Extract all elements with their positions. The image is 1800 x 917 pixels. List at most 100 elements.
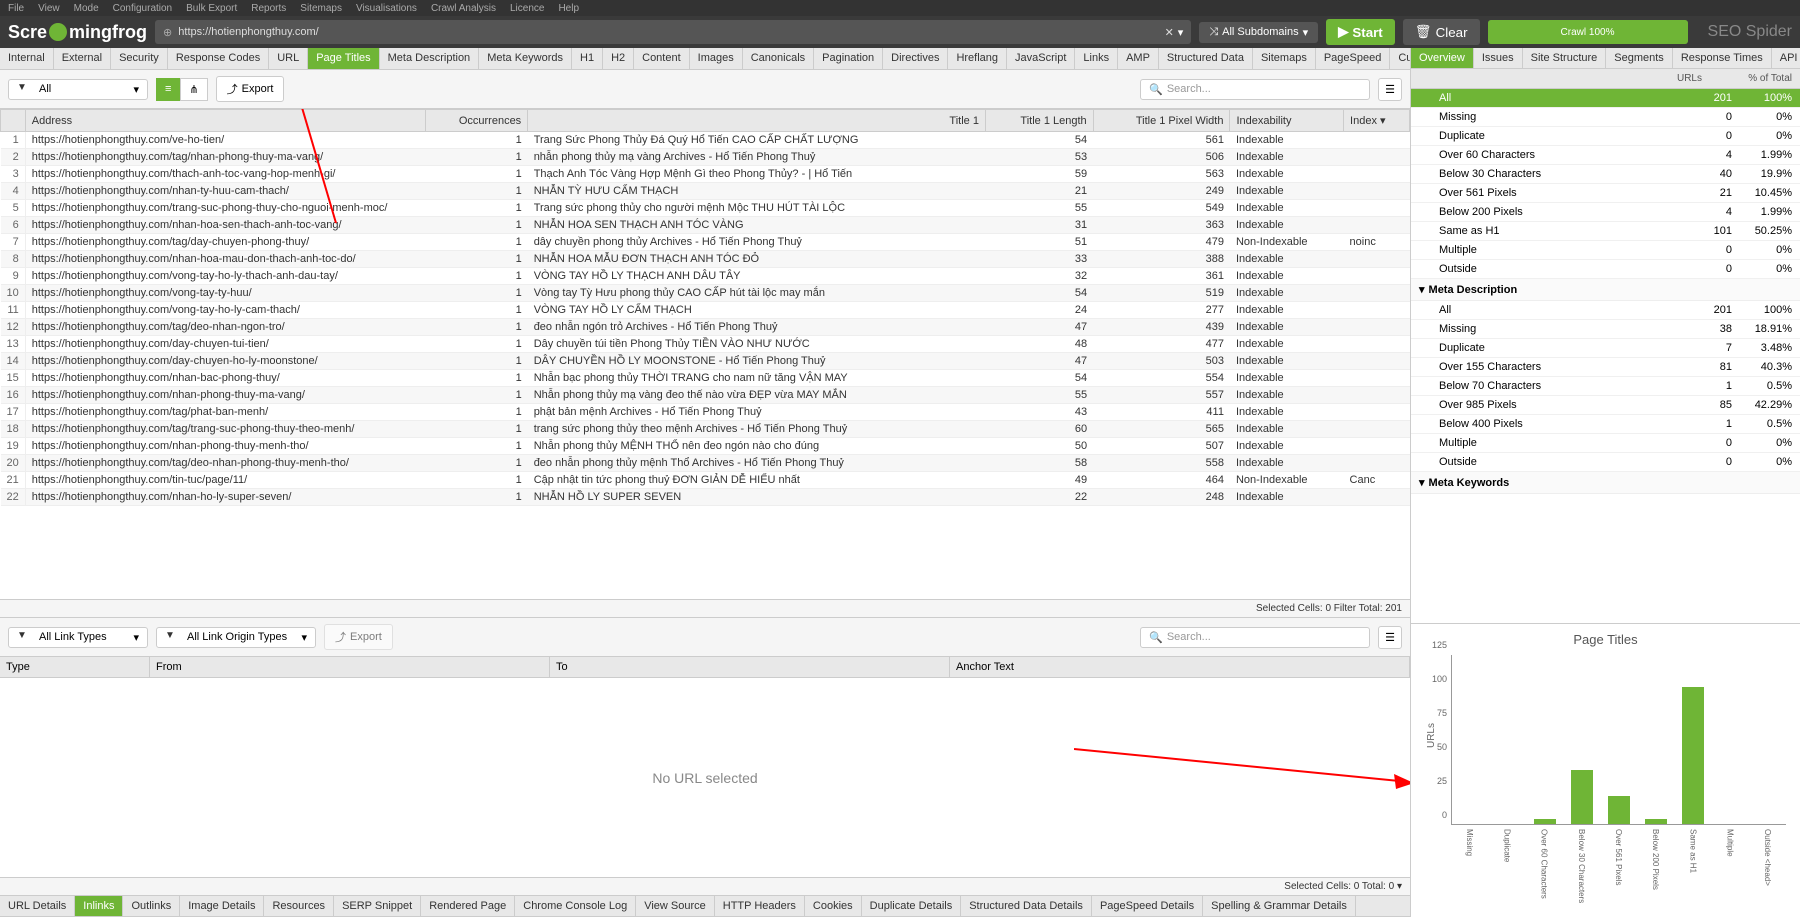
overview-item[interactable]: Multiple00% [1411, 241, 1800, 260]
tab-security[interactable]: Security [111, 48, 168, 69]
menu-configuration[interactable]: Configuration [113, 3, 172, 14]
tab-page-titles[interactable]: Page Titles [308, 48, 379, 69]
bottom-tab-structured-data-details[interactable]: Structured Data Details [961, 896, 1092, 916]
menu-visualisations[interactable]: Visualisations [356, 3, 417, 14]
bottom-tab-image-details[interactable]: Image Details [180, 896, 264, 916]
bottom-tab-duplicate-details[interactable]: Duplicate Details [862, 896, 962, 916]
col-header[interactable]: Title 1 Pixel Width [1093, 110, 1230, 132]
overview-item[interactable]: Over 60 Characters41.99% [1411, 146, 1800, 165]
table-row[interactable]: 19https://hotienphongthuy.com/nhan-phong… [1, 438, 1410, 455]
table-row[interactable]: 4https://hotienphongthuy.com/nhan-ty-huu… [1, 183, 1410, 200]
overview-section[interactable]: ▾ Meta Description [1411, 279, 1800, 301]
menu-crawl-analysis[interactable]: Crawl Analysis [431, 3, 496, 14]
menu-help[interactable]: Help [558, 3, 579, 14]
bottom-tab-pagespeed-details[interactable]: PageSpeed Details [1092, 896, 1203, 916]
tab-h2[interactable]: H2 [603, 48, 634, 69]
col-header[interactable]: Index ▾ [1344, 110, 1410, 132]
bottom-tab-inlinks[interactable]: Inlinks [75, 896, 123, 916]
tab-canonicals[interactable]: Canonicals [743, 48, 814, 69]
tab-url[interactable]: URL [269, 48, 308, 69]
side-tab-segments[interactable]: Segments [1606, 48, 1673, 68]
menu-file[interactable]: File [8, 3, 24, 14]
tab-sitemaps[interactable]: Sitemaps [1253, 48, 1316, 69]
overview-item[interactable]: All201100% [1411, 301, 1800, 320]
link-origin-dropdown[interactable]: All Link Origin Types▾ [156, 627, 316, 648]
side-tab-site-structure[interactable]: Site Structure [1523, 48, 1607, 68]
tab-external[interactable]: External [54, 48, 111, 69]
search-input[interactable]: 🔍Search... [1140, 79, 1370, 100]
side-tab-response-times[interactable]: Response Times [1673, 48, 1772, 68]
table-row[interactable]: 2https://hotienphongthuy.com/tag/nhan-ph… [1, 149, 1410, 166]
bottom-tab-rendered-page[interactable]: Rendered Page [421, 896, 515, 916]
table-row[interactable]: 3https://hotienphongthuy.com/thach-anh-t… [1, 166, 1410, 183]
bottom-tab-url-details[interactable]: URL Details [0, 896, 75, 916]
bottom-tab-outlinks[interactable]: Outlinks [123, 896, 180, 916]
tree-view-button[interactable]: ⋔ [180, 78, 207, 101]
overview-item[interactable]: Below 200 Pixels41.99% [1411, 203, 1800, 222]
table-row[interactable]: 6https://hotienphongthuy.com/nhan-hoa-se… [1, 217, 1410, 234]
table-row[interactable]: 17https://hotienphongthuy.com/tag/phat-b… [1, 404, 1410, 421]
overview-item[interactable]: Over 561 Pixels2110.45% [1411, 184, 1800, 203]
bottom-tab-http-headers[interactable]: HTTP Headers [715, 896, 805, 916]
tab-images[interactable]: Images [690, 48, 743, 69]
table-row[interactable]: 13https://hotienphongthuy.com/day-chuyen… [1, 336, 1410, 353]
table-row[interactable]: 14https://hotienphongthuy.com/day-chuyen… [1, 353, 1410, 370]
tab-hreflang[interactable]: Hreflang [948, 48, 1007, 69]
col-header[interactable]: Indexability [1230, 110, 1344, 132]
overview-list[interactable]: All201100%Missing00%Duplicate00%Over 60 … [1411, 89, 1800, 623]
table-row[interactable]: 15https://hotienphongthuy.com/nhan-bac-p… [1, 370, 1410, 387]
overview-item[interactable]: Below 400 Pixels10.5% [1411, 415, 1800, 434]
tab-content[interactable]: Content [634, 48, 690, 69]
overview-item[interactable]: Missing00% [1411, 108, 1800, 127]
table-row[interactable]: 16https://hotienphongthuy.com/nhan-phong… [1, 387, 1410, 404]
bottom-search-settings[interactable]: ☰ [1378, 626, 1402, 649]
side-tab-overview[interactable]: Overview [1411, 48, 1474, 68]
tab-custom-search[interactable]: Custom Search [1390, 48, 1410, 69]
menu-licence[interactable]: Licence [510, 3, 544, 14]
table-row[interactable]: 7https://hotienphongthuy.com/tag/day-chu… [1, 234, 1410, 251]
bottom-tab-resources[interactable]: Resources [264, 896, 334, 916]
clear-url-icon[interactable]: ✕ [1165, 26, 1174, 39]
tab-pagination[interactable]: Pagination [814, 48, 883, 69]
bottom-tab-serp-snippet[interactable]: SERP Snippet [334, 896, 421, 916]
col-header[interactable]: Title 1 Length [985, 110, 1093, 132]
table-row[interactable]: 21https://hotienphongthuy.com/tin-tuc/pa… [1, 472, 1410, 489]
tab-amp[interactable]: AMP [1118, 48, 1159, 69]
overview-item[interactable]: Outside 00% [1411, 453, 1800, 472]
menubar[interactable]: FileViewModeConfigurationBulk ExportRepo… [0, 0, 1800, 16]
export-button[interactable]: ⤴Export [216, 76, 285, 102]
table-row[interactable]: 22https://hotienphongthuy.com/nhan-ho-ly… [1, 489, 1410, 506]
menu-view[interactable]: View [38, 3, 60, 14]
tab-javascript[interactable]: JavaScript [1007, 48, 1075, 69]
col-header[interactable] [1, 110, 26, 132]
table-row[interactable]: 10https://hotienphongthuy.com/vong-tay-t… [1, 285, 1410, 302]
overview-item[interactable]: Multiple00% [1411, 434, 1800, 453]
overview-item[interactable]: Below 30 Characters4019.9% [1411, 165, 1800, 184]
overview-item[interactable]: All201100% [1411, 89, 1800, 108]
clear-button[interactable]: 🗑Clear [1403, 19, 1480, 45]
overview-item[interactable]: Below 70 Characters10.5% [1411, 377, 1800, 396]
col-header[interactable]: Occurrences [425, 110, 527, 132]
url-dropdown-icon[interactable]: ▾ [1178, 26, 1184, 39]
overview-item[interactable]: Same as H110150.25% [1411, 222, 1800, 241]
tab-internal[interactable]: Internal [0, 48, 54, 69]
table-row[interactable]: 11https://hotienphongthuy.com/vong-tay-h… [1, 302, 1410, 319]
col-header[interactable]: Title 1 [528, 110, 986, 132]
table-row[interactable]: 20https://hotienphongthuy.com/tag/deo-nh… [1, 455, 1410, 472]
menu-sitemaps[interactable]: Sitemaps [300, 3, 342, 14]
menu-reports[interactable]: Reports [251, 3, 286, 14]
side-tab-api[interactable]: API [1772, 48, 1800, 68]
tab-directives[interactable]: Directives [883, 48, 948, 69]
overview-item[interactable]: Over 155 Characters8140.3% [1411, 358, 1800, 377]
table-row[interactable]: 5https://hotienphongthuy.com/trang-suc-p… [1, 200, 1410, 217]
list-view-button[interactable]: ≡ [156, 78, 180, 101]
tab-meta-keywords[interactable]: Meta Keywords [479, 48, 572, 69]
side-tab-issues[interactable]: Issues [1474, 48, 1523, 68]
menu-bulk-export[interactable]: Bulk Export [186, 3, 237, 14]
overview-item[interactable]: Outside 00% [1411, 260, 1800, 279]
tab-h1[interactable]: H1 [572, 48, 603, 69]
bottom-tab-chrome-console-log[interactable]: Chrome Console Log [515, 896, 636, 916]
tab-response-codes[interactable]: Response Codes [168, 48, 269, 69]
tab-pagespeed[interactable]: PageSpeed [1316, 48, 1391, 69]
crawl-mode-dropdown[interactable]: ⤨ All Subdomains ▾ [1199, 22, 1318, 43]
